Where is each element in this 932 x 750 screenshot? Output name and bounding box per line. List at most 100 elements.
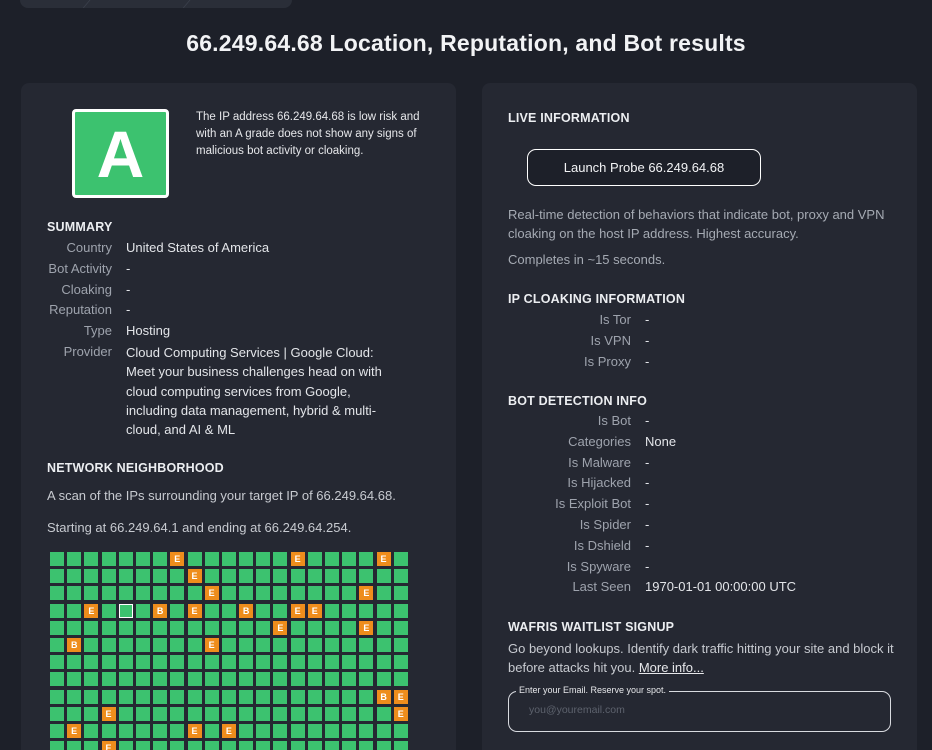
- ip-cell: [221, 569, 236, 584]
- ip-cell: [84, 655, 99, 670]
- ip-cell: [67, 552, 82, 566]
- email-field-wrapper: Enter your Email. Reserve your spot.: [508, 685, 891, 732]
- ip-cell: [359, 706, 374, 721]
- summary-value: -: [126, 281, 131, 297]
- ip-cell: [376, 569, 391, 584]
- bot-row-is-bot: Is Bot -: [482, 411, 865, 432]
- ip-cell: [187, 552, 202, 566]
- ip-cell: E: [204, 637, 219, 652]
- ip-cell: [359, 723, 374, 738]
- ip-cell: [204, 569, 219, 584]
- email-field-label: Enter your Email. Reserve your spot.: [516, 685, 670, 695]
- ip-cell: [204, 603, 219, 618]
- ip-cell: [359, 637, 374, 652]
- target-ip-cell: [118, 603, 133, 618]
- ip-cell: [325, 620, 339, 635]
- ip-cell: [187, 586, 202, 601]
- ip-cell: [135, 637, 150, 652]
- ip-cell: [67, 655, 82, 670]
- ip-cell: [256, 620, 271, 635]
- ip-cell: [153, 741, 168, 750]
- network-range-text: Starting at 66.249.64.1 and ending at 66…: [47, 520, 352, 535]
- ip-cell: [273, 672, 288, 687]
- ip-cell: [325, 586, 339, 601]
- ip-cell: [376, 741, 391, 750]
- summary-label: Cloaking: [61, 281, 112, 297]
- ip-cell: [153, 569, 168, 584]
- ip-cell: [101, 569, 116, 584]
- ip-cell: [84, 741, 99, 750]
- ip-cell: [342, 637, 357, 652]
- ip-cell: [239, 569, 254, 584]
- launch-probe-button[interactable]: Launch Probe 66.249.64.68: [527, 149, 761, 186]
- breadcrumb-separator: [182, 0, 203, 8]
- bot-value: None: [645, 433, 677, 449]
- ip-cell: [221, 552, 236, 566]
- ip-cell: [50, 655, 64, 670]
- ip-cell: [118, 689, 133, 704]
- ip-cell: [221, 741, 236, 750]
- email-field[interactable]: [529, 704, 869, 716]
- ip-cell: [342, 620, 357, 635]
- ip-cell: [50, 689, 64, 704]
- ip-cell: [118, 723, 133, 738]
- ip-cell: [273, 741, 288, 750]
- ip-cell: [204, 620, 219, 635]
- ip-cell: [359, 603, 374, 618]
- ip-cell: [239, 586, 254, 601]
- ip-cell: [50, 723, 64, 738]
- ip-cell: [170, 741, 185, 750]
- breadcrumb: [20, 0, 292, 8]
- ip-cell: [307, 552, 322, 566]
- ip-cell: E: [393, 689, 408, 704]
- ip-cell: E: [170, 552, 185, 566]
- ip-cell: [170, 689, 185, 704]
- ip-cell: [376, 655, 391, 670]
- live-title: LIVE INFORMATION: [508, 111, 630, 125]
- ip-cell: [359, 655, 374, 670]
- ip-cell: [273, 689, 288, 704]
- ip-cell: [153, 620, 168, 635]
- ip-cell: [221, 706, 236, 721]
- ip-cell: [170, 620, 185, 635]
- ip-cell: [359, 672, 374, 687]
- ip-cell: [170, 637, 185, 652]
- ip-cell: [290, 620, 305, 635]
- cloaking-row-vpn: Is VPN -: [482, 331, 865, 352]
- ip-cell: E: [84, 603, 99, 618]
- ip-cell: [118, 586, 133, 601]
- ip-cell: [221, 603, 236, 618]
- ip-cell: [376, 723, 391, 738]
- ip-cell: [376, 706, 391, 721]
- ip-cell: [307, 586, 322, 601]
- ip-cell: [342, 741, 357, 750]
- ip-cell: E: [187, 603, 202, 618]
- bot-table: Is Bot - Categories None Is Malware - Is…: [482, 411, 865, 598]
- ip-cell: [135, 620, 150, 635]
- ip-cell: [221, 672, 236, 687]
- ip-cell: [376, 603, 391, 618]
- ip-cell: [239, 637, 254, 652]
- ip-cell: [376, 620, 391, 635]
- grade-badge: A: [72, 109, 169, 198]
- ip-cell: E: [376, 552, 391, 566]
- ip-cell: [187, 620, 202, 635]
- ip-cell: [342, 655, 357, 670]
- cloaking-value: -: [645, 353, 650, 369]
- ip-cell: [325, 603, 339, 618]
- ip-cell: [393, 586, 408, 601]
- ip-cell: [393, 603, 408, 618]
- ip-cell: [359, 569, 374, 584]
- bot-row-malware: Is Malware -: [482, 453, 865, 474]
- ip-cell: [221, 586, 236, 601]
- waitlist-title: WAFRIS WAITLIST SIGNUP: [508, 620, 675, 634]
- ip-cell: [84, 672, 99, 687]
- ip-cell: [256, 741, 271, 750]
- cloaking-title: IP CLOAKING INFORMATION: [508, 292, 686, 306]
- ip-cell: [239, 689, 254, 704]
- ip-cell: [273, 706, 288, 721]
- ip-cell: [101, 689, 116, 704]
- ip-cell: [256, 569, 271, 584]
- more-info-link[interactable]: More info...: [639, 660, 704, 675]
- ip-cell: [170, 603, 185, 618]
